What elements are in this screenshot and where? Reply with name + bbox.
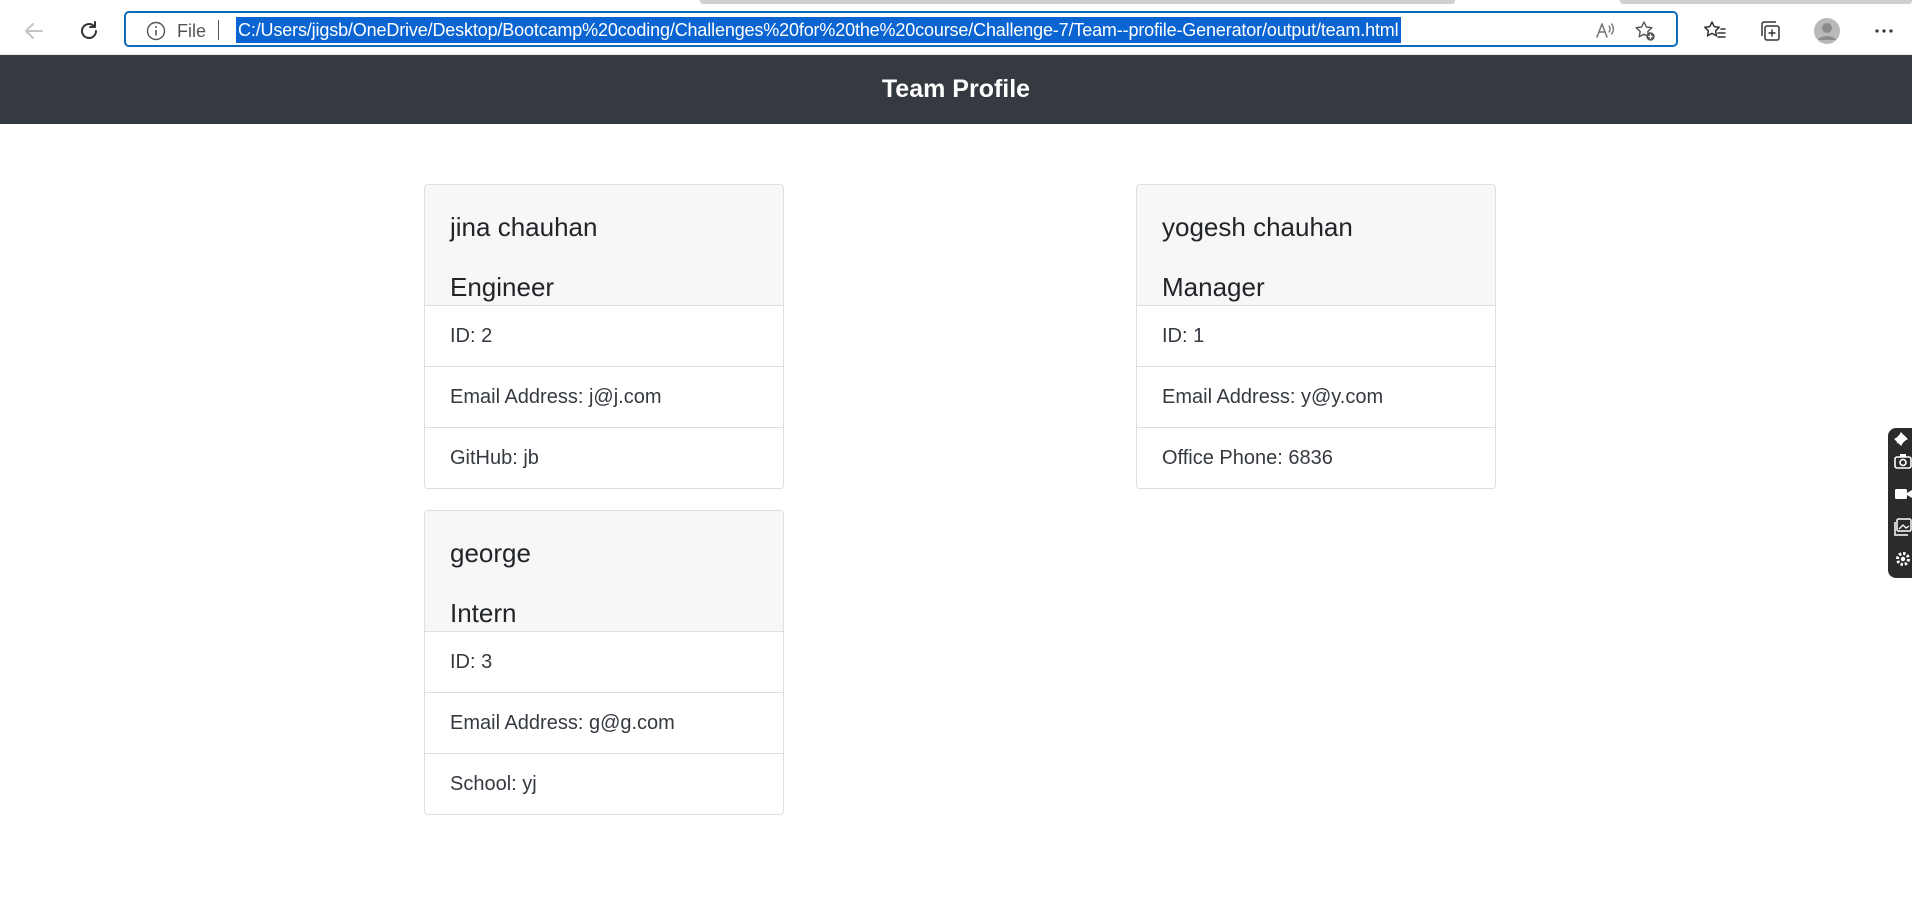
browser-toolbar: File C:/Users/jigsb/OneDrive/Desktop/Boo…	[0, 5, 1912, 55]
camera-icon[interactable]	[1894, 452, 1912, 470]
employee-card: jina chauhan Engineer ID: 2 Email Addres…	[424, 184, 784, 489]
employee-name: yogesh chauhan	[1162, 212, 1353, 242]
address-bar[interactable]: File C:/Users/jigsb/OneDrive/Desktop/Boo…	[124, 11, 1678, 47]
employee-email: Email Address: j@j.com	[425, 367, 783, 428]
profile-button[interactable]	[1809, 13, 1845, 49]
employee-id: ID: 2	[425, 306, 783, 367]
add-favorite-icon[interactable]	[1634, 20, 1656, 42]
favorites-button[interactable]	[1697, 13, 1733, 49]
employee-office-phone: Office Phone: 6836	[1162, 447, 1333, 469]
gallery-icon[interactable]	[1894, 518, 1912, 536]
card-header: george Intern	[425, 511, 783, 632]
capture-side-panel	[1888, 428, 1912, 578]
read-aloud-icon[interactable]	[1594, 20, 1616, 42]
address-url-text[interactable]: C:/Users/jigsb/OneDrive/Desktop/Bootcamp…	[236, 17, 1401, 43]
employee-github: GitHub: jb	[450, 447, 539, 469]
video-icon[interactable]	[1894, 485, 1912, 503]
address-scheme-label: File	[177, 21, 207, 41]
settings-icon[interactable]	[1894, 550, 1912, 568]
employee-id: ID: 3	[425, 632, 783, 693]
refresh-icon	[81, 21, 97, 39]
profile-icon	[1814, 18, 1840, 44]
employee-card: yogesh chauhan Manager ID: 1 Email Addre…	[1136, 184, 1496, 489]
refresh-button[interactable]	[71, 13, 107, 49]
employee-id: ID: 1	[1137, 306, 1495, 367]
collections-icon	[1761, 21, 1780, 41]
more-button[interactable]	[1866, 13, 1902, 49]
employee-email: Email Address: g@g.com	[425, 693, 783, 754]
favorites-icon	[1704, 21, 1726, 38]
employee-name: jina chauhan	[450, 212, 598, 242]
card-header: yogesh chauhan Manager	[1137, 185, 1495, 306]
employee-name: george	[450, 538, 531, 568]
employee-email: Email Address: y@y.com	[1137, 367, 1495, 428]
address-separator	[218, 20, 219, 40]
collections-button[interactable]	[1752, 13, 1788, 49]
info-icon[interactable]	[146, 21, 166, 41]
tab-strip-indicator	[700, 0, 1455, 4]
back-icon	[25, 23, 43, 39]
back-button[interactable]	[16, 13, 52, 49]
employee-card: george Intern ID: 3 Email Address: g@g.c…	[424, 510, 784, 815]
page-title: Team Profile	[881, 75, 1031, 103]
more-icon	[1875, 29, 1893, 33]
employee-school: School: yj	[450, 773, 537, 795]
card-header: jina chauhan Engineer	[425, 185, 783, 306]
pin-icon[interactable]	[1894, 432, 1908, 446]
page-navbar: Team Profile	[0, 55, 1912, 124]
tab-strip-indicator	[1620, 0, 1912, 4]
